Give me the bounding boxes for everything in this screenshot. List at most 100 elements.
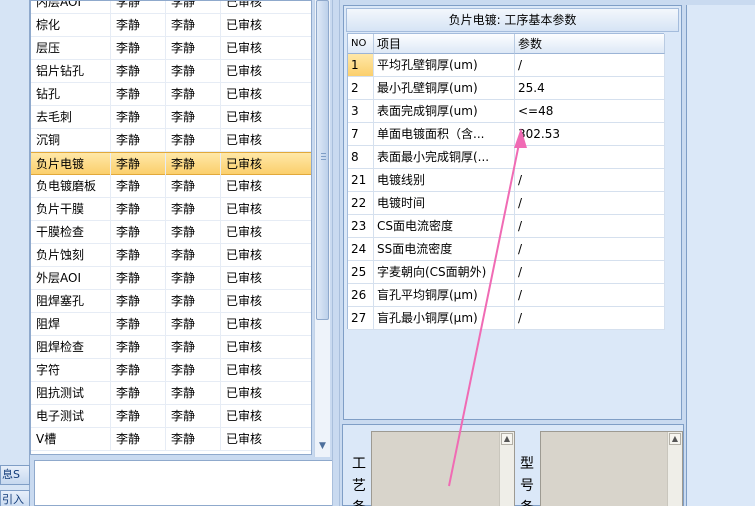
status-cell: 已审核	[226, 133, 263, 147]
param-row[interactable]: 21 电镀线别 /	[348, 169, 665, 192]
param-row[interactable]: 27 盲孔最小铜厚(μm) /	[348, 307, 665, 330]
reviewer-cell: 李静	[166, 244, 221, 266]
table-row[interactable]: 电子测试 李静 李静 已审核	[31, 405, 311, 428]
maker-cell: 李静	[111, 313, 166, 335]
table-row[interactable]: 阻焊塞孔 李静 李静 已审核	[31, 290, 311, 313]
param-value-cell[interactable]: /	[515, 169, 665, 192]
status-cell: 已审核	[226, 87, 263, 101]
param-row[interactable]: 1 平均孔壁铜厚(um) /	[348, 54, 665, 77]
param-row[interactable]: 25 字麦朝向(CS面朝外) /	[348, 261, 665, 284]
param-row[interactable]: 23 CS面电流密度 /	[348, 215, 665, 238]
panel-splitter[interactable]	[332, 0, 340, 506]
param-item-cell: 电镀时间	[374, 192, 515, 215]
reviewer-cell: 李静	[166, 129, 221, 151]
model-remark-label: 型 号 备	[520, 456, 534, 506]
status-cell: 已审核	[226, 409, 263, 423]
param-value-cell[interactable]: /	[515, 261, 665, 284]
scroll-down-icon[interactable]: ▼	[317, 440, 328, 452]
param-item-cell: SS面电流密度	[374, 238, 515, 261]
table-row[interactable]: 去毛刺 李静 李静 已审核	[31, 106, 311, 129]
param-row[interactable]: 3 表面完成铜厚(um) <=48	[348, 100, 665, 123]
process-name-cell: 负电镀磨板	[31, 175, 111, 197]
status-cell: 已审核	[226, 41, 263, 55]
process-name-cell: 阻焊检查	[31, 336, 111, 358]
table-row[interactable]: 内层AOI 李静 李静 已审核	[31, 1, 311, 14]
maker-cell: 李静	[111, 60, 166, 82]
param-row[interactable]: 24 SS面电流密度 /	[348, 238, 665, 261]
reviewer-cell: 李静	[166, 405, 221, 427]
col-header-no[interactable]: NO	[348, 34, 374, 54]
param-no-cell: 8	[348, 146, 374, 169]
table-row[interactable]: 负片电镀 李静 李静 已审核	[31, 152, 311, 175]
col-header-item[interactable]: 项目	[374, 34, 515, 54]
reviewer-cell: 李静	[166, 1, 221, 13]
param-row[interactable]: 8 表面最小完成铜厚(...	[348, 146, 665, 169]
params-title: 负片电镀: 工序基本参数	[346, 8, 679, 32]
reviewer-cell: 李静	[166, 382, 221, 404]
reviewer-cell: 李静	[166, 153, 221, 175]
status-cell: 已审核	[226, 271, 263, 285]
process-table-scrollbar[interactable]: ▼	[314, 0, 330, 457]
maker-cell: 李静	[111, 267, 166, 289]
table-row[interactable]: 铝片钻孔 李静 李静 已审核	[31, 60, 311, 83]
param-value-cell[interactable]: 25.4	[515, 77, 665, 100]
param-value-cell[interactable]: /	[515, 307, 665, 330]
param-value-cell[interactable]: /	[515, 284, 665, 307]
maker-cell: 李静	[111, 405, 166, 427]
param-row[interactable]: 2 最小孔壁铜厚(um) 25.4	[348, 77, 665, 100]
table-row[interactable]: 外层AOI 李静 李静 已审核	[31, 267, 311, 290]
note-textbox[interactable]	[34, 460, 334, 506]
reviewer-cell: 李静	[166, 106, 221, 128]
param-value-cell[interactable]: 302.53	[515, 123, 665, 146]
maker-cell: 李静	[111, 336, 166, 358]
process-name-cell: 电子测试	[31, 405, 111, 427]
table-row[interactable]: 负电镀磨板 李静 李静 已审核	[31, 175, 311, 198]
scroll-up-icon[interactable]: ▲	[669, 433, 681, 445]
maker-cell: 李静	[111, 382, 166, 404]
table-row[interactable]: 钻孔 李静 李静 已审核	[31, 83, 311, 106]
scrollbar-thumb[interactable]	[316, 0, 329, 320]
reviewer-cell: 李静	[166, 359, 221, 381]
table-row[interactable]: 沉铜 李静 李静 已审核	[31, 129, 311, 152]
col-header-value[interactable]: 参数	[515, 34, 665, 54]
table-row[interactable]: 阻抗测试 李静 李静 已审核	[31, 382, 311, 405]
status-cell: 已审核	[226, 386, 263, 400]
table-row[interactable]: 阻焊检查 李静 李静 已审核	[31, 336, 311, 359]
scroll-up-icon[interactable]: ▲	[501, 433, 513, 445]
reviewer-cell: 李静	[166, 14, 221, 36]
reviewer-cell: 李静	[166, 428, 221, 450]
param-row[interactable]: 7 单面电镀面积（含... 302.53	[348, 123, 665, 146]
process-name-cell: 负片电镀	[31, 153, 111, 175]
status-cell: 已审核	[226, 18, 263, 32]
param-value-cell[interactable]: /	[515, 192, 665, 215]
process-name-cell: 阻抗测试	[31, 382, 111, 404]
process-remark-memo[interactable]: ▲	[371, 431, 515, 506]
right-edge-panel	[686, 5, 755, 506]
table-row[interactable]: 字符 李静 李静 已审核	[31, 359, 311, 382]
param-no-cell: 27	[348, 307, 374, 330]
table-row[interactable]: 负片蚀刻 李静 李静 已审核	[31, 244, 311, 267]
param-no-cell: 21	[348, 169, 374, 192]
param-row[interactable]: 22 电镀时间 /	[348, 192, 665, 215]
table-row[interactable]: 棕化 李静 李静 已审核	[31, 14, 311, 37]
strip-tab-import[interactable]: 引入	[0, 490, 30, 506]
param-value-cell[interactable]: /	[515, 238, 665, 261]
param-value-cell[interactable]: /	[515, 54, 665, 77]
param-value-cell[interactable]	[515, 146, 665, 169]
param-item-cell: 表面完成铜厚(um)	[374, 100, 515, 123]
process-name-cell: 沉铜	[31, 129, 111, 151]
table-row[interactable]: 层压 李静 李静 已审核	[31, 37, 311, 60]
process-name-cell: 去毛刺	[31, 106, 111, 128]
param-value-cell[interactable]: /	[515, 215, 665, 238]
param-row[interactable]: 26 盲孔平均铜厚(μm) /	[348, 284, 665, 307]
table-row[interactable]: 干膜检查 李静 李静 已审核	[31, 221, 311, 244]
table-row[interactable]: 阻焊 李静 李静 已审核	[31, 313, 311, 336]
status-cell: 已审核	[226, 340, 263, 354]
model-remark-memo[interactable]: ▲	[540, 431, 683, 506]
table-row[interactable]: V槽 李静 李静 已审核	[31, 428, 311, 451]
remarks-area: 工 艺 备 ▲ 型 号 备 ▲	[342, 424, 684, 506]
strip-tab-info[interactable]: 息S	[0, 465, 30, 485]
table-row[interactable]: 负片干膜 李静 李静 已审核	[31, 198, 311, 221]
process-table: 内层AOI 李静 李静 已审核 棕化 李静 李静 已审核 层压 李静 李静 已审核 铝片钻孔 李静 李静 已审…	[30, 0, 312, 455]
param-value-cell[interactable]: <=48	[515, 100, 665, 123]
